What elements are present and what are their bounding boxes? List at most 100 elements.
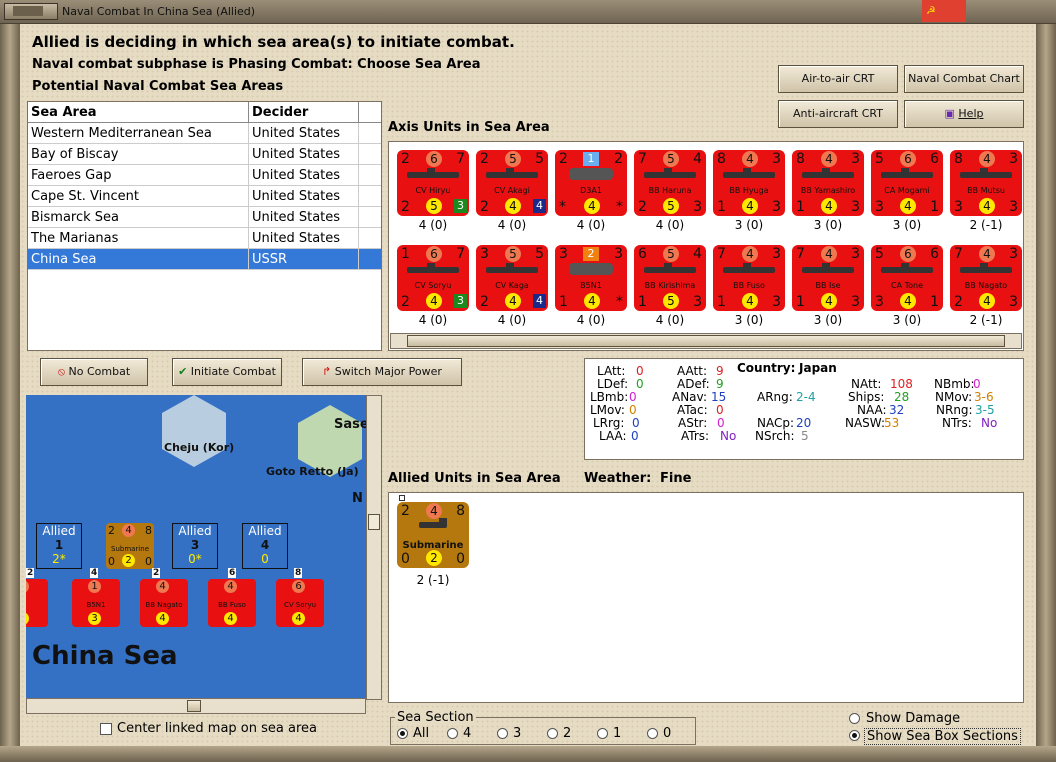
map-hscrollbar[interactable] [26,698,366,714]
table-row[interactable]: Western Mediterranean Sea United States [28,123,381,144]
sea-section-radio-2[interactable] [547,728,558,739]
unit-attack: 2 [108,524,115,537]
table-row[interactable]: Faeroes Gap United States [28,165,381,186]
stat-key: ANav: [672,390,708,404]
sea-section-option-label: 0 [663,726,672,741]
map-axis-unit[interactable]: 4 BB Fuso 4 [208,579,256,627]
aircraft-icon [569,263,613,275]
unit-attack: 3 [480,246,489,262]
unit-bm: 4 [505,293,521,309]
unit-attack: 7 [717,246,726,262]
air-to-air-crt-button[interactable]: Air-to-air CRT [778,65,898,93]
unit-move: 8 [145,524,152,537]
axis-unit[interactable]: 7 4 3 BB Ise 1 4 3 [792,245,864,311]
anti-aircraft-crt-button[interactable]: Anti-aircraft CRT [778,100,898,128]
unit-move: 3 [1009,151,1018,167]
sea-section-radio-1[interactable] [597,728,608,739]
naval-combat-chart-button[interactable]: Naval Combat Chart [904,65,1024,93]
unit-name: BB Mutsu [967,186,1005,195]
unit-br: 4 [533,294,546,308]
center-map-label: Center linked map on sea area [117,721,317,736]
allied-sea-box[interactable]: Allied 1 2* [36,523,82,569]
map-axis-unit[interactable]: 6 CV Soryu 4 [276,579,324,627]
close-icon: ☭ [926,4,936,17]
title-bar[interactable]: Naval Combat In China Sea (Allied) ☭ [0,0,1056,24]
box-title: Allied [178,524,212,538]
axis-unit[interactable]: 8 4 3 BB Mutsu 3 4 3 [950,150,1022,216]
table-row[interactable]: Bismarck Sea United States [28,207,381,228]
stat-value: 0 [629,403,637,417]
unit-bm: 5 [663,198,679,214]
sea-section-radio-all[interactable] [397,728,408,739]
stat-value: 0 [631,429,639,443]
axis-unit[interactable]: 8 4 3 BB Yamashiro 1 4 3 [792,150,864,216]
no-entry-icon: ⦸ [57,365,66,378]
sea-section-radio-0[interactable] [647,728,658,739]
stat-key: NASW: [845,416,886,430]
country-label: Country: [737,361,796,375]
switch-major-power-button[interactable]: ↱ Switch Major Power [302,358,462,386]
stat-key: NTrs: [942,416,972,430]
unit-attack: 5 [875,151,884,167]
help-button[interactable]: ▣ Help [904,100,1024,128]
table-row[interactable]: China Sea USSR [28,249,381,270]
axis-unit[interactable]: 2 5 5 CV Akagi 2 4 4 [476,150,548,216]
axis-unit[interactable]: 2 6 7 CV Hiryu 2 5 3 [397,150,469,216]
unit-name: BB Fuso [218,601,246,609]
map-axis-unit[interactable]: 42 [26,579,48,627]
axis-unit[interactable]: 6 5 4 BB Kirishima 1 5 3 [634,245,706,311]
sea-section-radio-4[interactable] [447,728,458,739]
stat-key: AStr: [678,416,708,430]
map-axis-unit[interactable]: 4 BB Nagato 4 [140,579,188,627]
center-map-checkbox[interactable] [100,723,112,735]
axis-unit[interactable]: 5 6 6 CA Tone 3 4 1 [871,245,943,311]
stat-key: LMov: [590,403,625,417]
unit-bm: 4 [742,198,758,214]
axis-unit[interactable]: 7 5 4 BB Haruna 2 5 3 [634,150,706,216]
table-row[interactable]: Cape St. Vincent United States [28,186,381,207]
axis-unit[interactable]: 7 4 3 BB Nagato 2 4 3 [950,245,1022,311]
allied-sea-box[interactable]: Allied 3 0* [172,523,218,569]
show-damage-radio[interactable] [849,713,860,724]
unit-name: BB Nagato [145,601,183,609]
book-icon: ▣ [944,107,955,120]
linked-map[interactable]: Cheju (Kor) Goto Retto (Ja) Sase N Allie… [26,395,366,700]
warship-icon [407,263,459,273]
unit-strength-label: 4 (0) [497,313,527,327]
map-vscrollbar[interactable] [366,395,382,700]
map-submarine-unit[interactable]: 2 4 8 Submarine 0 2 0 [106,523,154,569]
allied-submarine-unit[interactable]: 2 4 8 Submarine 0 2 0 [397,502,469,568]
box-number-label: 2 [26,568,35,578]
axis-unit[interactable]: 3 5 5 CV Kaga 2 4 4 [476,245,548,311]
unit-bl: 3 [875,294,884,310]
stat-value: 0 [716,403,724,417]
axis-scroll-thumb[interactable] [407,335,1005,347]
system-menu-button[interactable] [4,3,58,20]
sea-section-radio-3[interactable] [497,728,508,739]
axis-unit[interactable]: 1 6 7 CV Soryu 2 4 3 [397,245,469,311]
map-hscroll-thumb[interactable] [187,700,201,712]
unit-bl: 2 [638,199,647,215]
sea-section-option-label: 2 [563,726,572,741]
axis-unit[interactable]: 7 4 3 BB Fuso 1 4 3 [713,245,785,311]
submarine-icon [419,518,447,528]
close-button[interactable]: ☭ [922,0,966,22]
table-row[interactable]: The Marianas United States [28,228,381,249]
show-sea-box-radio[interactable] [849,730,860,741]
map-axis-unit[interactable]: 1 B5N1 3 [72,579,120,627]
map-vscroll-thumb[interactable] [368,514,380,530]
axis-hscrollbar[interactable] [390,333,1022,349]
allied-sea-box[interactable]: Allied 4 0 [242,523,288,569]
axis-unit[interactable]: 8 4 3 BB Hyuga 1 4 3 [713,150,785,216]
unit-defense: 4 [224,580,237,593]
axis-unit[interactable]: 3 2 3 B5N1 1 4 * [555,245,627,311]
stat-key: LDef: [597,377,629,391]
no-combat-button[interactable]: ⦸ No Combat [40,358,148,386]
unit-name: Submarine [111,545,149,553]
initiate-combat-button[interactable]: ✔ Initiate Combat [172,358,282,386]
unit-defense: 4 [742,246,758,262]
axis-unit[interactable]: 5 6 6 CA Mogami 3 4 1 [871,150,943,216]
axis-unit[interactable]: 2 1 2 D3A1 * 4 * [555,150,627,216]
unit-attack: 7 [954,246,963,262]
table-row[interactable]: Bay of Biscay United States [28,144,381,165]
